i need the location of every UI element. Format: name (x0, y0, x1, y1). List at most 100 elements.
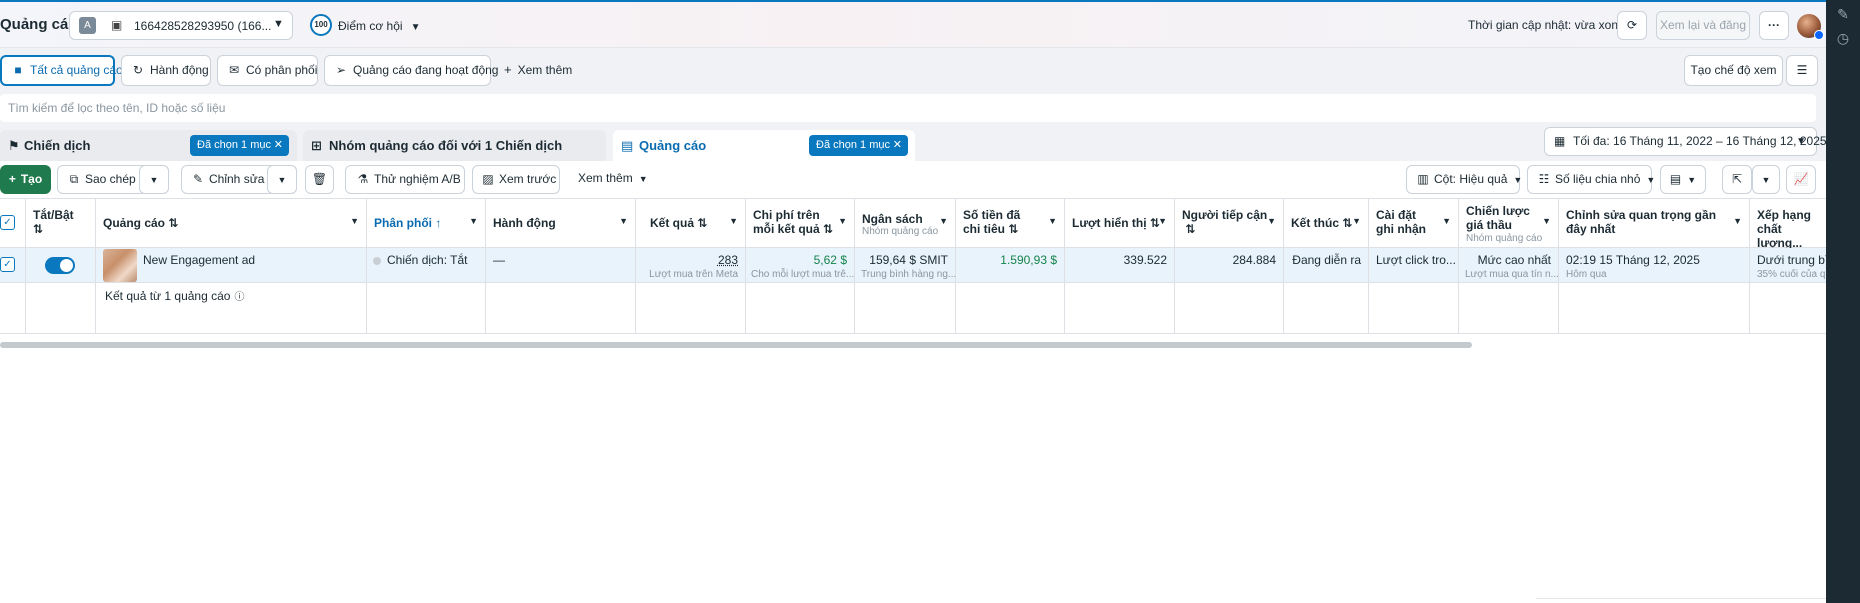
chevron-down-icon: ▼ (1267, 216, 1276, 226)
col-results[interactable]: Kết quả ⇅ ▼ (636, 199, 746, 247)
page-title: Quảng cáo (0, 16, 78, 33)
clock-icon[interactable]: ◷ (1826, 30, 1860, 47)
status-dot-icon (373, 257, 381, 265)
summary-row: Kết quả từ 1 quảng cáo ⓘ (0, 283, 1826, 334)
action-toolbar: + Tạo ⧉ Sao chép ▼ ✎ Chỉnh sửa ▼ 🗑 ⚗ Thử ngh… (0, 161, 1826, 198)
chevron-down-icon: ▼ (410, 22, 421, 33)
columns-icon: ▥ (1417, 172, 1429, 186)
col-last-edit[interactable]: Chỉnh sửa quan trọng gần đây nhất ▼ (1559, 199, 1750, 247)
col-reach[interactable]: Người tiếp cận ⇅ ▼ (1175, 199, 1284, 247)
col-ends[interactable]: Kết thúc ⇅ ▼ (1284, 199, 1369, 247)
refresh-button[interactable]: ⟳ (1617, 11, 1647, 40)
chevron-down-icon: ▼ (1513, 175, 1523, 185)
breakdown-button[interactable]: ☷ Số liệu chia nhỏ ▼ (1527, 165, 1655, 194)
ad-name-link[interactable]: New Engagement ad (143, 253, 255, 267)
col-actions[interactable]: Hành động ▼ (486, 199, 636, 247)
copy-icon: ⧉ (69, 172, 79, 186)
facebook-badge-icon (1814, 30, 1824, 40)
table-row[interactable]: ✓ New Engagement ad Chiến dịch: Tắt — 28… (0, 248, 1826, 283)
grid-icon: ⊞ (311, 138, 322, 153)
select-all-checkbox[interactable]: ✓ (0, 215, 15, 230)
chevron-down-icon: ▼ (1352, 216, 1361, 226)
chevron-down-icon: ▼ (1442, 216, 1451, 226)
table-header: ✓ Tắt/Bật ⇅ Quảng cáo ⇅ ▼ Phân phối ↑ ▼ Hàn… (0, 198, 1826, 250)
col-attribution[interactable]: Cài đặt ghi nhận ▼ (1369, 199, 1459, 247)
col-impressions[interactable]: Lượt hiển thị ⇅ ▼ (1065, 199, 1175, 247)
chevron-down-icon: ▼ (638, 174, 648, 184)
charts-button[interactable]: 📈 (1786, 165, 1816, 194)
results-value[interactable]: 283 (718, 253, 738, 267)
tab-active-ads[interactable]: ➢ Quảng cáo đang hoạt động (324, 55, 498, 86)
ad-toggle[interactable] (45, 257, 75, 274)
tab-actions[interactable]: ↻ Hành động (121, 55, 211, 86)
row-checkbox[interactable]: ✓ (0, 257, 15, 272)
preview-button[interactable]: ▨ Xem trước (472, 165, 560, 194)
selected-chip[interactable]: Đã chọn 1 mục ✕ (190, 135, 289, 156)
date-range-picker[interactable]: ▦ Tối đa: 16 Tháng 11, 2022 – 16 Tháng 1… (1544, 127, 1827, 156)
info-icon[interactable]: ⓘ (234, 292, 244, 303)
tab-delivered[interactable]: ✉ Có phân phối (217, 55, 318, 86)
pencil-icon[interactable]: ✎ (1826, 6, 1860, 23)
tab-see-more[interactable]: + Xem thêm (504, 62, 572, 77)
create-button[interactable]: + Tạo (0, 165, 51, 194)
ad-thumbnail (103, 249, 137, 282)
chevron-down-icon: ▼ (469, 216, 478, 226)
edit-dropdown[interactable]: ▼ (267, 165, 297, 194)
columns-button[interactable]: ▥ Cột: Hiệu quả ▼ (1406, 165, 1523, 194)
close-icon[interactable]: ✕ (893, 135, 902, 156)
col-amount-spent[interactable]: Số tiền đã chi tiêu ⇅ ▼ (956, 199, 1065, 247)
summary-label: Kết quả từ 1 quảng cáo ⓘ (105, 289, 245, 303)
close-icon[interactable]: ✕ (274, 135, 283, 156)
export-icon: ⇱ (1731, 172, 1743, 186)
tab-campaigns[interactable]: ⚑ Chiến dịch Đã chọn 1 mục ✕ (0, 130, 297, 161)
chevron-down-icon: ▼ (729, 216, 738, 226)
selected-chip[interactable]: Đã chọn 1 mục ✕ (809, 135, 908, 156)
export-button[interactable]: ⇱ (1722, 165, 1752, 194)
tab-all-ads[interactable]: ■ Tất cả quảng cáo (0, 55, 123, 86)
chevron-down-icon: ▼ (1733, 216, 1742, 226)
sliders-icon: ☰ (1796, 63, 1808, 77)
col-budget[interactable]: Ngân sách Nhóm quảng cáo ▼ (855, 199, 956, 247)
col-bid-strategy[interactable]: Chiến lược giá thầu Nhóm quảng cáo ▼ (1459, 199, 1559, 247)
delete-button[interactable]: 🗑 (305, 165, 334, 194)
chevron-down-icon: ▼ (1048, 216, 1057, 226)
export-dropdown[interactable]: ▼ (1752, 165, 1780, 194)
col-quality[interactable]: Xếp hạng chất lượng... (1750, 199, 1826, 250)
duplicate-dropdown[interactable]: ▼ (139, 165, 169, 194)
chevron-down-icon: ▼ (1542, 216, 1551, 226)
report-icon: ▤ (1669, 172, 1682, 186)
col-ad[interactable]: Quảng cáo ⇅ ▼ (96, 199, 367, 247)
search-row (0, 91, 1826, 126)
horizontal-scrollbar[interactable] (0, 342, 1472, 348)
chevron-down-icon: ▼ (939, 216, 948, 226)
account-selector[interactable]: A ▣ 166428528293950 (166... ▼ (69, 11, 293, 40)
image-icon: ▨ (482, 172, 494, 186)
create-view-button[interactable]: Tạo chế độ xem (1684, 55, 1783, 86)
tab-adsets[interactable]: ⊞ Nhóm quảng cáo đối với 1 Chiến dịch (303, 130, 606, 161)
arrow-circle-icon: ↻ (132, 63, 144, 77)
col-onoff[interactable]: Tắt/Bật ⇅ (26, 199, 96, 247)
col-cost-per-result[interactable]: Chi phí trên mỗi kết quả ⇅ ▼ (746, 199, 855, 247)
more-options-button[interactable]: ··· (1759, 11, 1789, 40)
select-all-cell: ✓ (0, 199, 26, 247)
chevron-down-icon: ▼ (1158, 216, 1167, 226)
account-label: 166428528293950 (166... (134, 19, 272, 33)
avatar[interactable] (1797, 14, 1824, 40)
review-publish-button[interactable]: Xem lại và đăng (1656, 11, 1750, 40)
refresh-icon: ⟳ (1626, 18, 1638, 32)
chevron-down-icon: ▼ (277, 175, 287, 185)
search-input[interactable] (8, 94, 1808, 122)
col-delivery[interactable]: Phân phối ↑ ▼ (367, 199, 486, 247)
ab-test-button[interactable]: ⚗ Thử nghiệm A/B (345, 165, 465, 194)
see-more-button[interactable]: Xem thêm ▼ (570, 165, 648, 194)
chevron-down-icon: ▼ (149, 175, 159, 185)
view-settings-button[interactable]: ☰ (1786, 55, 1818, 86)
opportunity-score-ring: 100 (310, 14, 332, 36)
reports-button[interactable]: ▤ ▼ (1660, 165, 1706, 194)
top-bar: Quảng cáo A ▣ 166428528293950 (166... ▼ … (0, 2, 1826, 48)
tab-ads[interactable]: ▤ Quảng cáo Đã chọn 1 mục ✕ (613, 130, 915, 161)
account-badge: A (79, 17, 96, 34)
chevron-down-icon: ▼ (1761, 175, 1771, 185)
ads-manager: Quảng cáo A ▣ 166428528293950 (166... ▼ … (0, 0, 1827, 603)
last-updated-text: Thời gian cập nhật: vừa xong (1468, 18, 1625, 32)
